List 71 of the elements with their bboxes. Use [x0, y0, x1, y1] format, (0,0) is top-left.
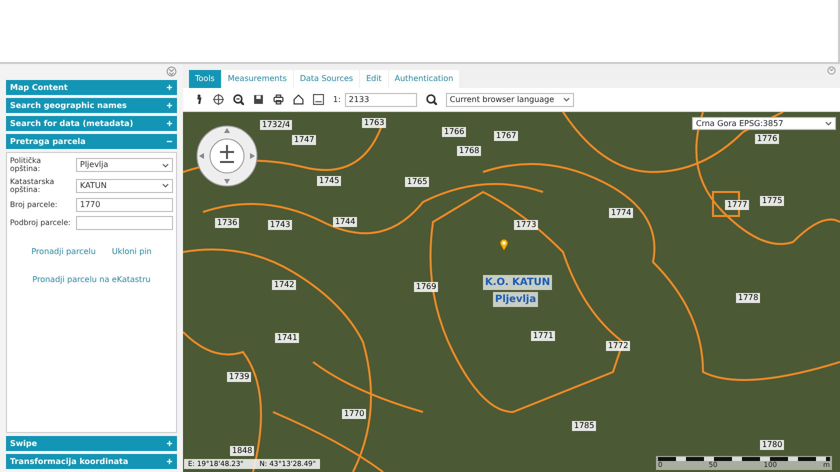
parcel-number: 1780 — [760, 440, 784, 450]
panel-header[interactable]: Transformacija koordinata — [6, 454, 177, 469]
parcel-number: 1771 — [531, 331, 556, 341]
panel-header[interactable]: Pretraga parcela — [6, 134, 177, 149]
pan-icon[interactable] — [213, 94, 224, 105]
parcel-number: 1747 — [292, 135, 316, 145]
parcel-number: 1741 — [275, 333, 300, 343]
expand-icon[interactable] — [166, 102, 173, 109]
location-pin-icon — [499, 238, 509, 252]
input-field[interactable]: 1770 — [76, 198, 173, 212]
scale-input[interactable]: 2133 — [344, 92, 417, 106]
parcel-number: 1776 — [755, 134, 780, 144]
parcel-number: 1736 — [215, 218, 240, 228]
parcel-number: 1772 — [606, 341, 630, 351]
parcel-number: 1742 — [272, 280, 296, 290]
tab[interactable]: Measurements — [222, 70, 293, 88]
parcel-number: 1848 — [230, 446, 254, 456]
expand-icon[interactable] — [166, 440, 173, 447]
collapse-icon[interactable] — [166, 138, 173, 145]
home-icon[interactable] — [293, 94, 304, 105]
zoom-scale-icon[interactable] — [426, 94, 437, 105]
caret-icon[interactable] — [162, 162, 169, 169]
tab[interactable]: Data Sources — [294, 70, 360, 88]
caret-icon[interactable] — [562, 96, 570, 103]
parcel-number: 1770 — [342, 409, 366, 419]
collapse-icon[interactable] — [166, 66, 177, 77]
panel-header[interactable]: Swipe — [6, 436, 177, 451]
link[interactable]: Pronadji parcelu — [31, 246, 96, 258]
parcel-number: 1785 — [572, 421, 596, 431]
save-icon[interactable] — [253, 94, 264, 105]
input-field[interactable] — [76, 216, 173, 230]
projection-dropdown[interactable]: Crna Gora EPSG:3857 — [692, 117, 836, 130]
expand-icon[interactable] — [166, 84, 173, 91]
parcel-number: 1732/4 — [260, 120, 292, 130]
place-label: Pljevlja — [493, 292, 538, 307]
parcel-number: 1769 — [414, 282, 438, 292]
expand-icon[interactable] — [166, 458, 173, 465]
panel-header[interactable]: Search geographic names — [6, 98, 177, 113]
zoom-out-icon[interactable] — [233, 94, 244, 105]
parcel-number: 1777 — [725, 200, 750, 210]
parcel-number: 1763 — [362, 118, 386, 128]
navigation-control[interactable] — [195, 124, 259, 188]
parcel-number: 1766 — [442, 127, 466, 137]
dropdown-field[interactable]: Pljevlja — [76, 158, 173, 172]
language-dropdown[interactable]: Current browser language — [446, 92, 574, 106]
parcel-number: 1739 — [227, 372, 252, 382]
parcel-number: 1775 — [760, 196, 784, 206]
tab[interactable]: Edit — [360, 70, 388, 88]
parcel-number: 1743 — [268, 220, 292, 230]
parcel-number: 1745 — [317, 176, 342, 186]
tab[interactable]: Authentication — [388, 70, 460, 88]
dropdown-field[interactable]: KATUN — [76, 178, 173, 193]
place-label: K.O. KATUN — [483, 275, 552, 290]
caret-icon[interactable] — [825, 120, 832, 127]
print-icon[interactable] — [273, 94, 284, 105]
parcel-number: 1768 — [457, 146, 482, 156]
tab[interactable]: Tools — [189, 70, 221, 88]
parcel-number: 1773 — [514, 220, 538, 230]
link[interactable]: Ukloni pin — [112, 246, 152, 258]
aerial-map[interactable] — [183, 112, 840, 472]
link[interactable]: Pronadji parcelu na eKatastru — [32, 274, 151, 286]
caret-icon[interactable] — [162, 182, 169, 190]
parcel-number: 1767 — [494, 131, 518, 141]
parcel-number: 1774 — [609, 208, 634, 218]
scale-label: 1: — [333, 94, 341, 106]
parcel-number: 1778 — [736, 293, 760, 303]
expand-icon[interactable] — [166, 120, 173, 127]
panel-header[interactable]: Map Content — [6, 80, 177, 95]
parcel-number: 1765 — [405, 177, 430, 187]
parcel-number: 1744 — [333, 217, 358, 227]
panel-header[interactable]: Search for data (metadata) — [6, 116, 177, 131]
